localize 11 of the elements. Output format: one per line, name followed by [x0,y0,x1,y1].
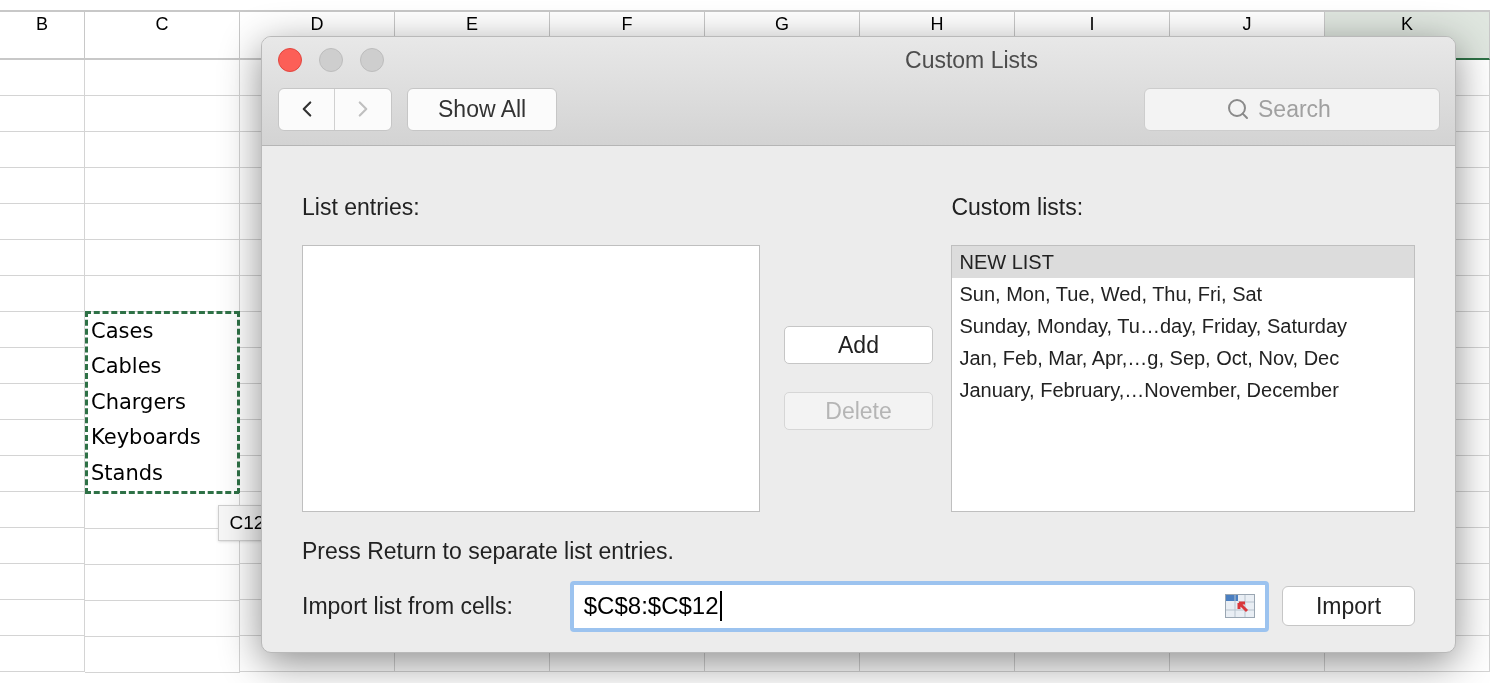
list-entries-label: List entries: [302,193,421,222]
custom-lists-label: Custom lists: [951,193,1085,222]
hint-text: Press Return to separate list entries. [302,537,675,566]
field-value: $C$8:$C$12 [583,591,722,621]
table-cell-text: Chargers [90,388,187,416]
window-title: Custom Lists [905,45,1038,75]
table-cell-text: Keyboards [90,424,202,452]
table-cell-text: Cases [90,317,155,345]
table-cell-text: Stands [90,459,164,487]
import-label: Import list from cells: [302,591,514,621]
table-cell-text: Cables [90,353,163,381]
